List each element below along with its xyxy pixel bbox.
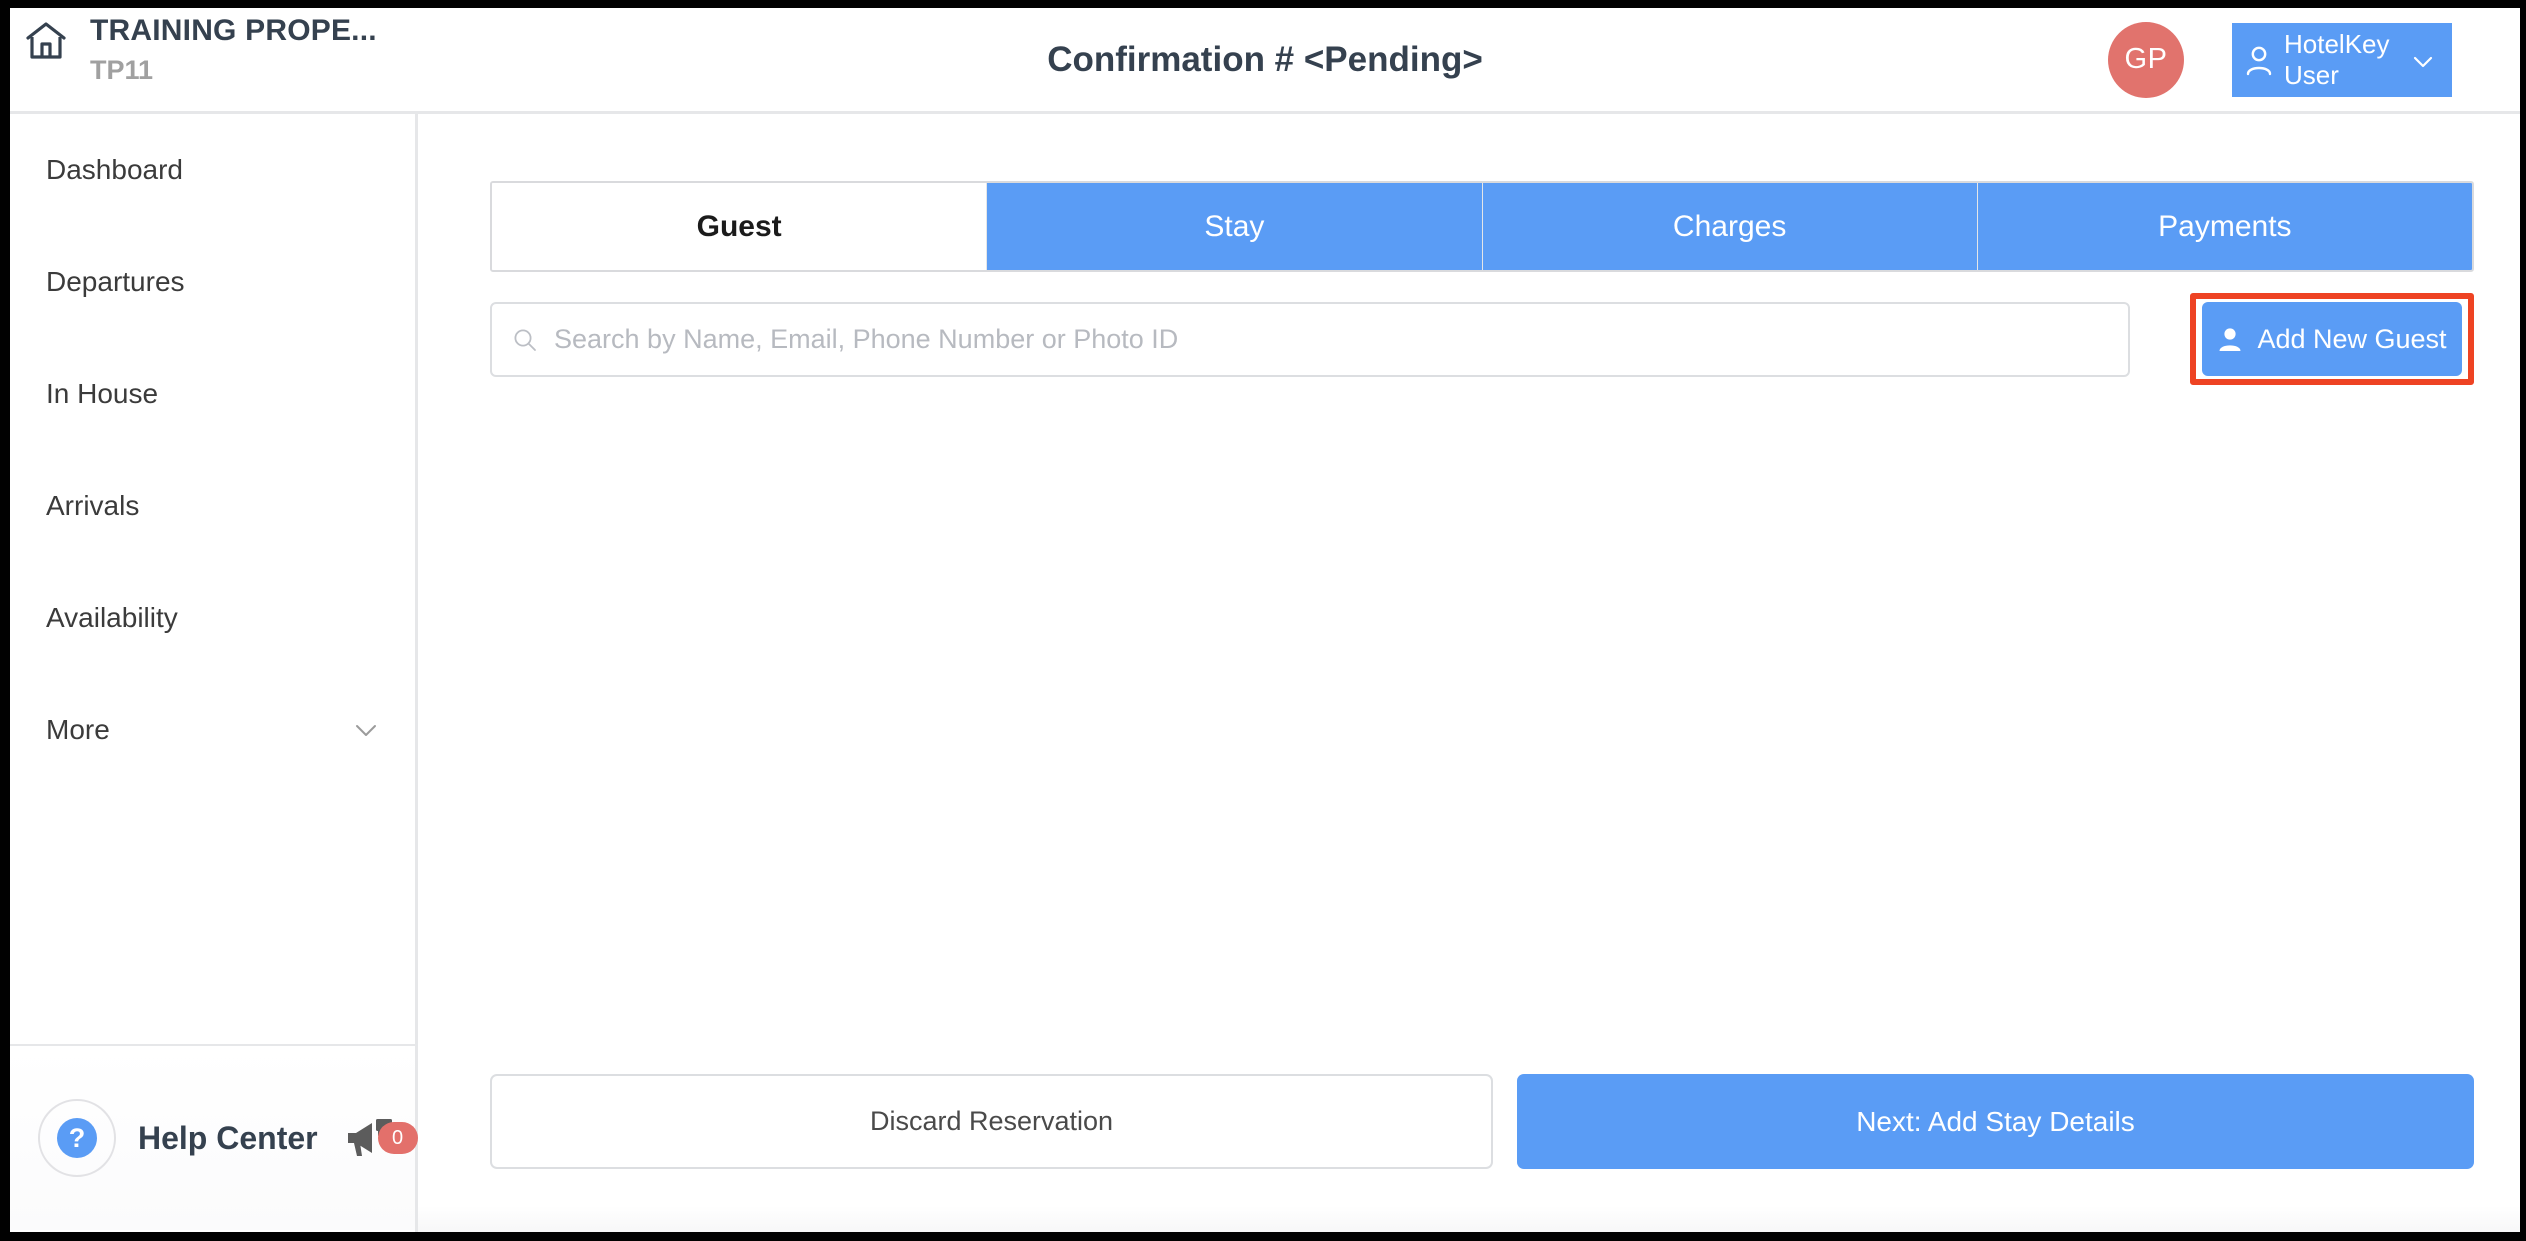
sidebar-item-label: Arrivals xyxy=(46,490,140,521)
screen-frame-right-edge xyxy=(2520,0,2526,1241)
search-input[interactable] xyxy=(554,324,2054,355)
content-bottom-fade xyxy=(418,1206,2520,1232)
help-center-label: Help Center xyxy=(138,1119,318,1156)
next-add-stay-details-button[interactable]: Next: Add Stay Details xyxy=(1517,1074,2474,1169)
user-menu[interactable]: HotelKey User xyxy=(2232,22,2452,97)
sidebar-item-label: Departures xyxy=(46,266,185,297)
tab-label: Guest xyxy=(696,209,782,243)
announcements-button[interactable]: 0 xyxy=(344,1116,418,1160)
add-new-guest-highlight: Add New Guest xyxy=(2190,293,2474,385)
discard-reservation-button[interactable]: Discard Reservation xyxy=(490,1074,1493,1169)
sidebar-item-label: More xyxy=(46,714,110,745)
sidebar-item-label: Dashboard xyxy=(46,154,183,185)
sidebar-item-more[interactable]: More xyxy=(10,674,415,786)
search-icon xyxy=(512,327,538,353)
tab-guest[interactable]: Guest xyxy=(492,183,987,270)
chevron-down-icon xyxy=(2410,49,2436,75)
footer-actions: Discard Reservation Next: Add Stay Detai… xyxy=(490,1074,2474,1169)
announcement-badge: 0 xyxy=(377,1122,418,1154)
help-center[interactable]: ? Help Center 0 xyxy=(10,1046,418,1230)
tab-stay[interactable]: Stay xyxy=(986,183,1482,270)
application-window: TRAINING PROPE... TP11 Confirmation # <P… xyxy=(10,8,2520,1232)
sidebar-item-in-house[interactable]: In House xyxy=(10,338,415,450)
tab-charges[interactable]: Charges xyxy=(1481,183,1977,270)
search-box[interactable] xyxy=(490,302,2130,377)
chevron-down-icon xyxy=(351,720,381,740)
property-name: TRAINING PROPE... xyxy=(90,14,377,47)
sidebar-item-departures[interactable]: Departures xyxy=(10,226,415,338)
add-new-guest-label: Add New Guest xyxy=(2257,323,2447,354)
avatar[interactable]: GP xyxy=(2108,21,2184,98)
sidebar-item-availability[interactable]: Availability xyxy=(10,562,415,674)
tab-label: Payments xyxy=(2158,209,2292,243)
main-content: Guest Stay Charges Payments Search by Na… xyxy=(418,114,2520,1232)
sidebar-item-label: In House xyxy=(46,378,159,409)
reservation-tabs: Guest Stay Charges Payments xyxy=(490,181,2474,272)
property-selector[interactable]: TRAINING PROPE... TP11 xyxy=(24,11,377,89)
user-outline-icon xyxy=(2244,43,2274,77)
tab-payments[interactable]: Payments xyxy=(1976,183,2472,270)
home-icon xyxy=(24,19,68,63)
person-add-icon xyxy=(2217,326,2243,353)
add-new-guest-button[interactable]: Add New Guest xyxy=(2202,302,2462,376)
sidebar-item-dashboard[interactable]: Dashboard xyxy=(10,114,415,226)
tab-label: Stay xyxy=(1204,209,1265,243)
question-mark-icon: ? xyxy=(38,1099,116,1177)
property-code: TP11 xyxy=(90,55,154,85)
sidebar: Dashboard Departures In House Arrivals A… xyxy=(10,114,418,1232)
sidebar-item-arrivals[interactable]: Arrivals xyxy=(10,450,415,562)
guest-search-row: Add New Guest xyxy=(490,293,2474,394)
tab-label: Charges xyxy=(1672,209,1787,243)
sidebar-item-label: Availability xyxy=(46,602,178,633)
app-header: TRAINING PROPE... TP11 Confirmation # <P… xyxy=(10,8,2520,114)
header-right-group: GP HotelKey User xyxy=(2108,8,2452,111)
user-name: HotelKey User xyxy=(2284,28,2390,90)
sidebar-nav: Dashboard Departures In House Arrivals A… xyxy=(10,114,415,786)
